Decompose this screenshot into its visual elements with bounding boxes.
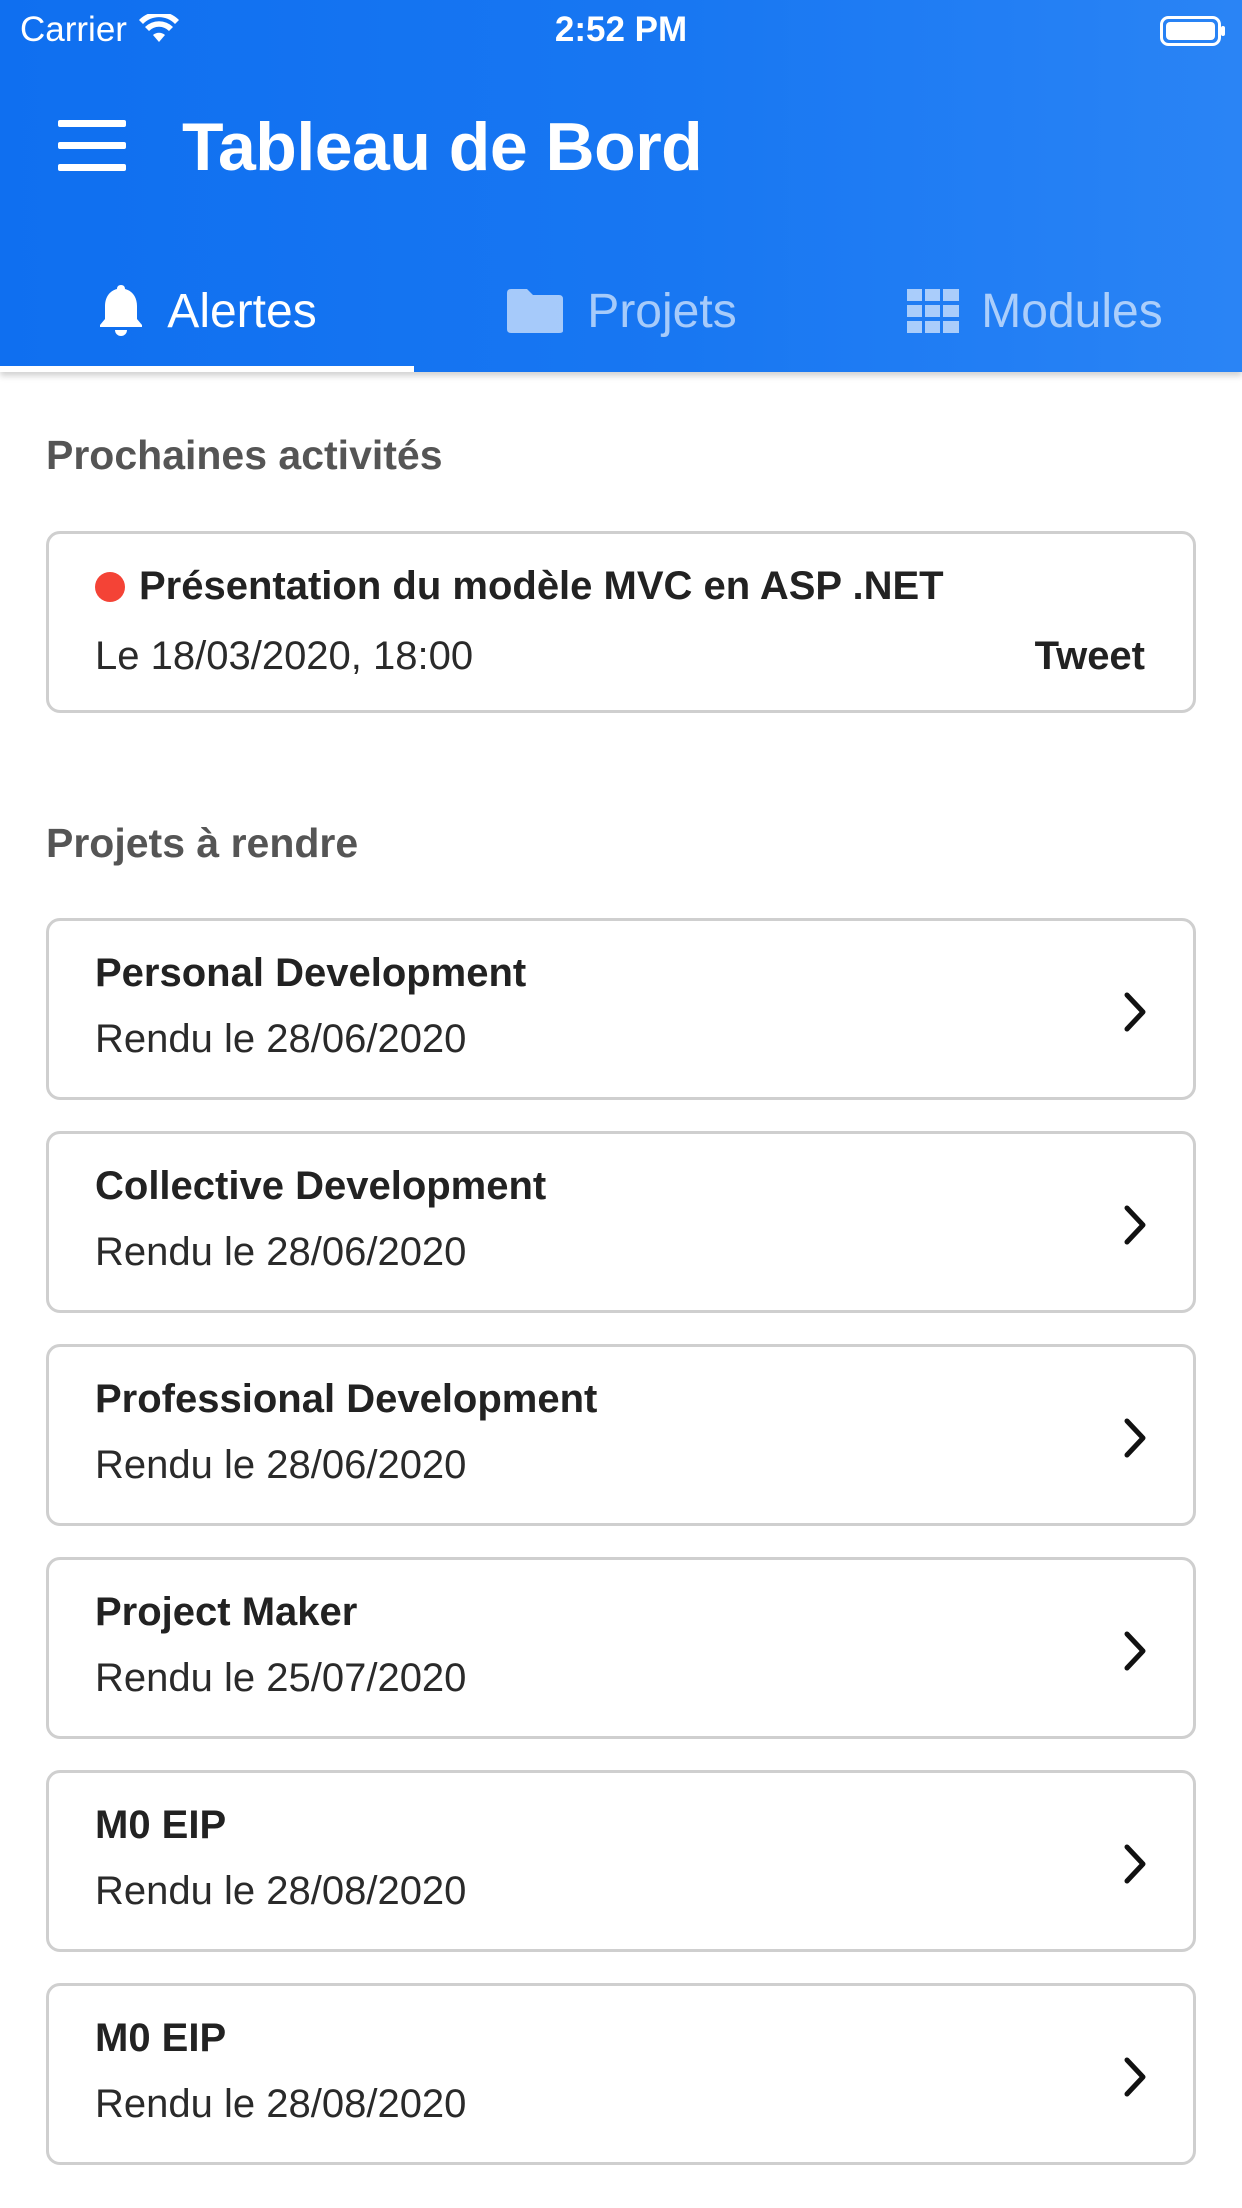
project-name: Project Maker [95, 1590, 358, 1634]
tweet-button[interactable]: Tweet [1035, 634, 1145, 679]
status-bar: Carrier 2:52 PM [0, 0, 1242, 62]
tab-modules[interactable]: Modules [828, 250, 1242, 372]
activities-section-title: Prochaines activités [46, 432, 443, 478]
activity-date: Le 18/03/2020, 18:00 [95, 634, 474, 678]
tab-label: Alertes [167, 284, 317, 338]
grid-icon [907, 289, 960, 333]
project-card[interactable]: Collective Development Rendu le 28/06/20… [46, 1131, 1196, 1313]
chevron-right-icon [1124, 2057, 1146, 2097]
tab-alertes[interactable]: Alertes [0, 250, 414, 372]
alert-dot-icon [95, 571, 125, 602]
activity-title-row: Présentation du modèle MVC en ASP .NET [95, 564, 944, 609]
status-time: 2:52 PM [554, 10, 688, 49]
title-row: Tableau de Bord [0, 100, 1242, 200]
tab-bar: Alertes Projets Modules [0, 250, 1242, 372]
project-name: M0 EIP [95, 2016, 227, 2060]
project-due-date: Rendu le 28/06/2020 [95, 1230, 467, 1274]
project-name: M0 EIP [95, 1803, 227, 1847]
tab-label: Projets [587, 284, 737, 338]
page-title: Tableau de Bord [182, 109, 703, 185]
activity-card[interactable]: Présentation du modèle MVC en ASP .NET L… [46, 531, 1196, 713]
app-header: Carrier 2:52 PM Tableau de Bord Alertes … [0, 0, 1242, 372]
hamburger-menu-icon [58, 142, 126, 149]
chevron-right-icon [1124, 992, 1146, 1032]
activity-title: Présentation du modèle MVC en ASP .NET [139, 564, 944, 608]
tab-projets[interactable]: Projets [414, 250, 828, 372]
chevron-right-icon [1124, 1631, 1146, 1671]
bell-icon [100, 285, 143, 336]
project-due-date: Rendu le 28/06/2020 [95, 1017, 467, 1061]
project-card[interactable]: M0 EIP Rendu le 28/08/2020 [46, 1770, 1196, 1952]
project-due-date: Rendu le 25/07/2020 [95, 1656, 467, 1700]
project-card[interactable]: Project Maker Rendu le 25/07/2020 [46, 1557, 1196, 1739]
chevron-right-icon [1124, 1418, 1146, 1458]
project-due-date: Rendu le 28/06/2020 [95, 1443, 467, 1487]
chevron-right-icon [1124, 1844, 1146, 1884]
tab-label: Modules [981, 284, 1163, 338]
project-card[interactable]: Personal Development Rendu le 28/06/2020 [46, 918, 1196, 1100]
hamburger-menu-icon [58, 120, 126, 127]
folder-icon [507, 289, 564, 333]
project-due-date: Rendu le 28/08/2020 [95, 1869, 467, 1913]
menu-button[interactable] [56, 120, 128, 180]
project-due-date: Rendu le 28/08/2020 [95, 2082, 467, 2126]
project-name: Professional Development [95, 1377, 598, 1421]
projects-section-title: Projets à rendre [46, 820, 359, 866]
project-name: Collective Development [95, 1164, 547, 1208]
battery-icon [1160, 16, 1225, 46]
project-name: Personal Development [95, 951, 527, 995]
project-card[interactable]: M0 EIP Rendu le 28/08/2020 [46, 1983, 1196, 2165]
hamburger-menu-icon [58, 164, 126, 171]
chevron-right-icon [1124, 1205, 1146, 1245]
project-card[interactable]: Professional Development Rendu le 28/06/… [46, 1344, 1196, 1526]
